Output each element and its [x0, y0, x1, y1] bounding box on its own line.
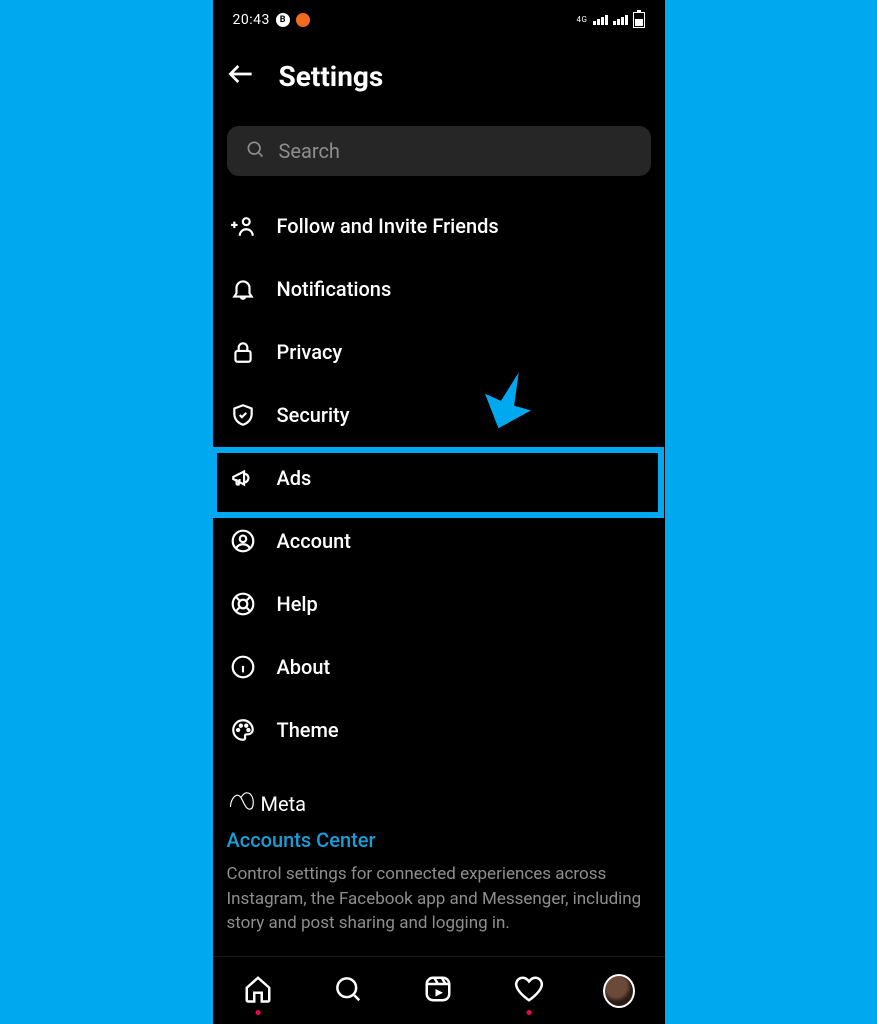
settings-item-label: Theme: [277, 718, 339, 742]
status-left: 20:43 B: [233, 12, 310, 28]
settings-list: Follow and Invite Friends Notifications …: [213, 194, 665, 761]
settings-item-label: Follow and Invite Friends: [277, 214, 499, 238]
settings-item-label: Account: [277, 529, 351, 553]
notification-dot-icon: [526, 1010, 531, 1015]
nav-profile[interactable]: [603, 975, 635, 1007]
notification-dot-icon: [255, 1010, 260, 1015]
settings-item-help[interactable]: Help: [213, 572, 665, 635]
accounts-center-description: Control settings for connected experienc…: [227, 862, 651, 936]
settings-item-security[interactable]: Security: [213, 383, 665, 446]
search-icon: [245, 139, 265, 163]
settings-item-privacy[interactable]: Privacy: [213, 320, 665, 383]
settings-item-account[interactable]: Account: [213, 509, 665, 572]
avatar: [603, 974, 635, 1008]
settings-item-label: Privacy: [277, 340, 343, 364]
heart-icon: [514, 974, 544, 1008]
add-user-icon: [227, 213, 259, 239]
status-badge-orange: [296, 13, 310, 27]
page-title: Settings: [279, 60, 384, 93]
settings-item-label: Ads: [277, 466, 312, 490]
meta-logo-icon: [227, 791, 255, 816]
palette-icon: [227, 717, 259, 743]
signal-icon-2: [613, 15, 628, 25]
back-icon[interactable]: [225, 58, 257, 94]
settings-item-notifications[interactable]: Notifications: [213, 257, 665, 320]
meta-section: Meta Accounts Center Control settings fo…: [213, 761, 665, 936]
user-circle-icon: [227, 528, 259, 554]
settings-item-label: Security: [277, 403, 350, 427]
network-type-icon: 4G: [577, 16, 588, 24]
search-placeholder: Search: [279, 139, 340, 163]
signal-icon: [593, 15, 608, 25]
settings-item-about[interactable]: About: [213, 635, 665, 698]
info-icon: [227, 654, 259, 680]
meta-brand-text: Meta: [261, 792, 307, 816]
status-badge-b: B: [276, 13, 290, 27]
reels-icon: [423, 974, 453, 1008]
bottom-nav: [213, 956, 665, 1024]
megaphone-icon: [227, 465, 259, 491]
pointer-annotation-icon: [473, 367, 543, 437]
phone-frame: 20:43 B 4G Settings Search: [213, 0, 665, 1024]
meta-brand: Meta: [227, 791, 651, 816]
lock-icon: [227, 339, 259, 365]
settings-item-theme[interactable]: Theme: [213, 698, 665, 761]
home-icon: [243, 974, 273, 1008]
accounts-center-link[interactable]: Accounts Center: [227, 828, 651, 852]
settings-item-label: Help: [277, 592, 318, 616]
settings-item-follow-invite[interactable]: Follow and Invite Friends: [213, 194, 665, 257]
nav-activity[interactable]: [513, 975, 545, 1007]
header: Settings: [213, 40, 665, 118]
status-bar: 20:43 B 4G: [213, 0, 665, 40]
settings-item-label: About: [277, 655, 331, 679]
settings-item-label: Notifications: [277, 277, 392, 301]
nav-home[interactable]: [242, 975, 274, 1007]
search-input[interactable]: Search: [227, 126, 651, 176]
search-icon: [333, 974, 363, 1008]
nav-reels[interactable]: [422, 975, 454, 1007]
lifebuoy-icon: [227, 591, 259, 617]
battery-icon: [633, 12, 645, 28]
settings-item-ads[interactable]: Ads: [213, 446, 665, 509]
content: Search Follow and Invite Friends Notific…: [213, 118, 665, 1024]
bell-icon: [227, 276, 259, 302]
shield-check-icon: [227, 402, 259, 428]
status-right: 4G: [577, 12, 645, 28]
nav-search[interactable]: [332, 975, 364, 1007]
clock: 20:43: [233, 12, 270, 28]
